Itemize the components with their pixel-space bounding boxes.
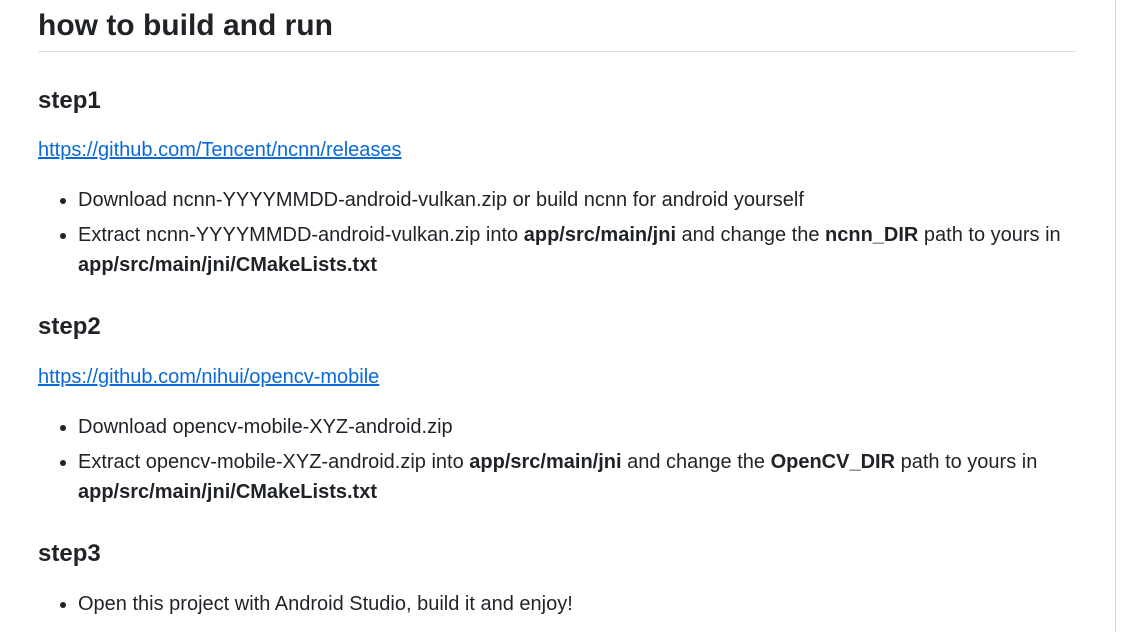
list-item: Extract ncnn-YYYYMMDD-android-vulkan.zip…: [78, 220, 1076, 280]
section-step1: step1: [38, 86, 1076, 116]
opencv-mobile-link[interactable]: https://github.com/nihui/opencv-mobile: [38, 366, 379, 388]
step2-list: Download opencv-mobile-XYZ-android.zip E…: [38, 412, 1076, 507]
page-title: how to build and run: [38, 0, 1076, 52]
step2-heading: step2: [38, 313, 101, 340]
list-item: Download opencv-mobile-XYZ-android.zip: [78, 412, 1076, 442]
list-item: Download ncnn-YYYYMMDD-android-vulkan.zi…: [78, 185, 1076, 215]
section-step2: step2: [38, 312, 1076, 342]
section-step3-list: Open this project with Android Studio, b…: [38, 589, 1076, 624]
list-item: Extract opencv-mobile-XYZ-android.zip in…: [78, 447, 1076, 507]
list-item: Open this project with Android Studio, b…: [78, 589, 1076, 619]
section-step1-list: Download ncnn-YYYYMMDD-android-vulkan.zi…: [38, 185, 1076, 285]
step3-heading: step3: [38, 540, 101, 567]
section-step1-link: https://github.com/Tencent/ncnn/releases: [38, 136, 1076, 164]
section-step2-list: Download opencv-mobile-XYZ-android.zip E…: [38, 412, 1076, 512]
section-step2-link: https://github.com/nihui/opencv-mobile: [38, 363, 1076, 391]
ncnn-releases-link[interactable]: https://github.com/Tencent/ncnn/releases: [38, 139, 402, 161]
step1-list: Download ncnn-YYYYMMDD-android-vulkan.zi…: [38, 185, 1076, 280]
content-right-border: [1115, 0, 1116, 632]
section-step3: step3: [38, 539, 1076, 569]
step3-list: Open this project with Android Studio, b…: [38, 589, 1076, 619]
readme-article: how to build and run step1 https://githu…: [38, 0, 1076, 615]
step1-heading: step1: [38, 87, 101, 114]
